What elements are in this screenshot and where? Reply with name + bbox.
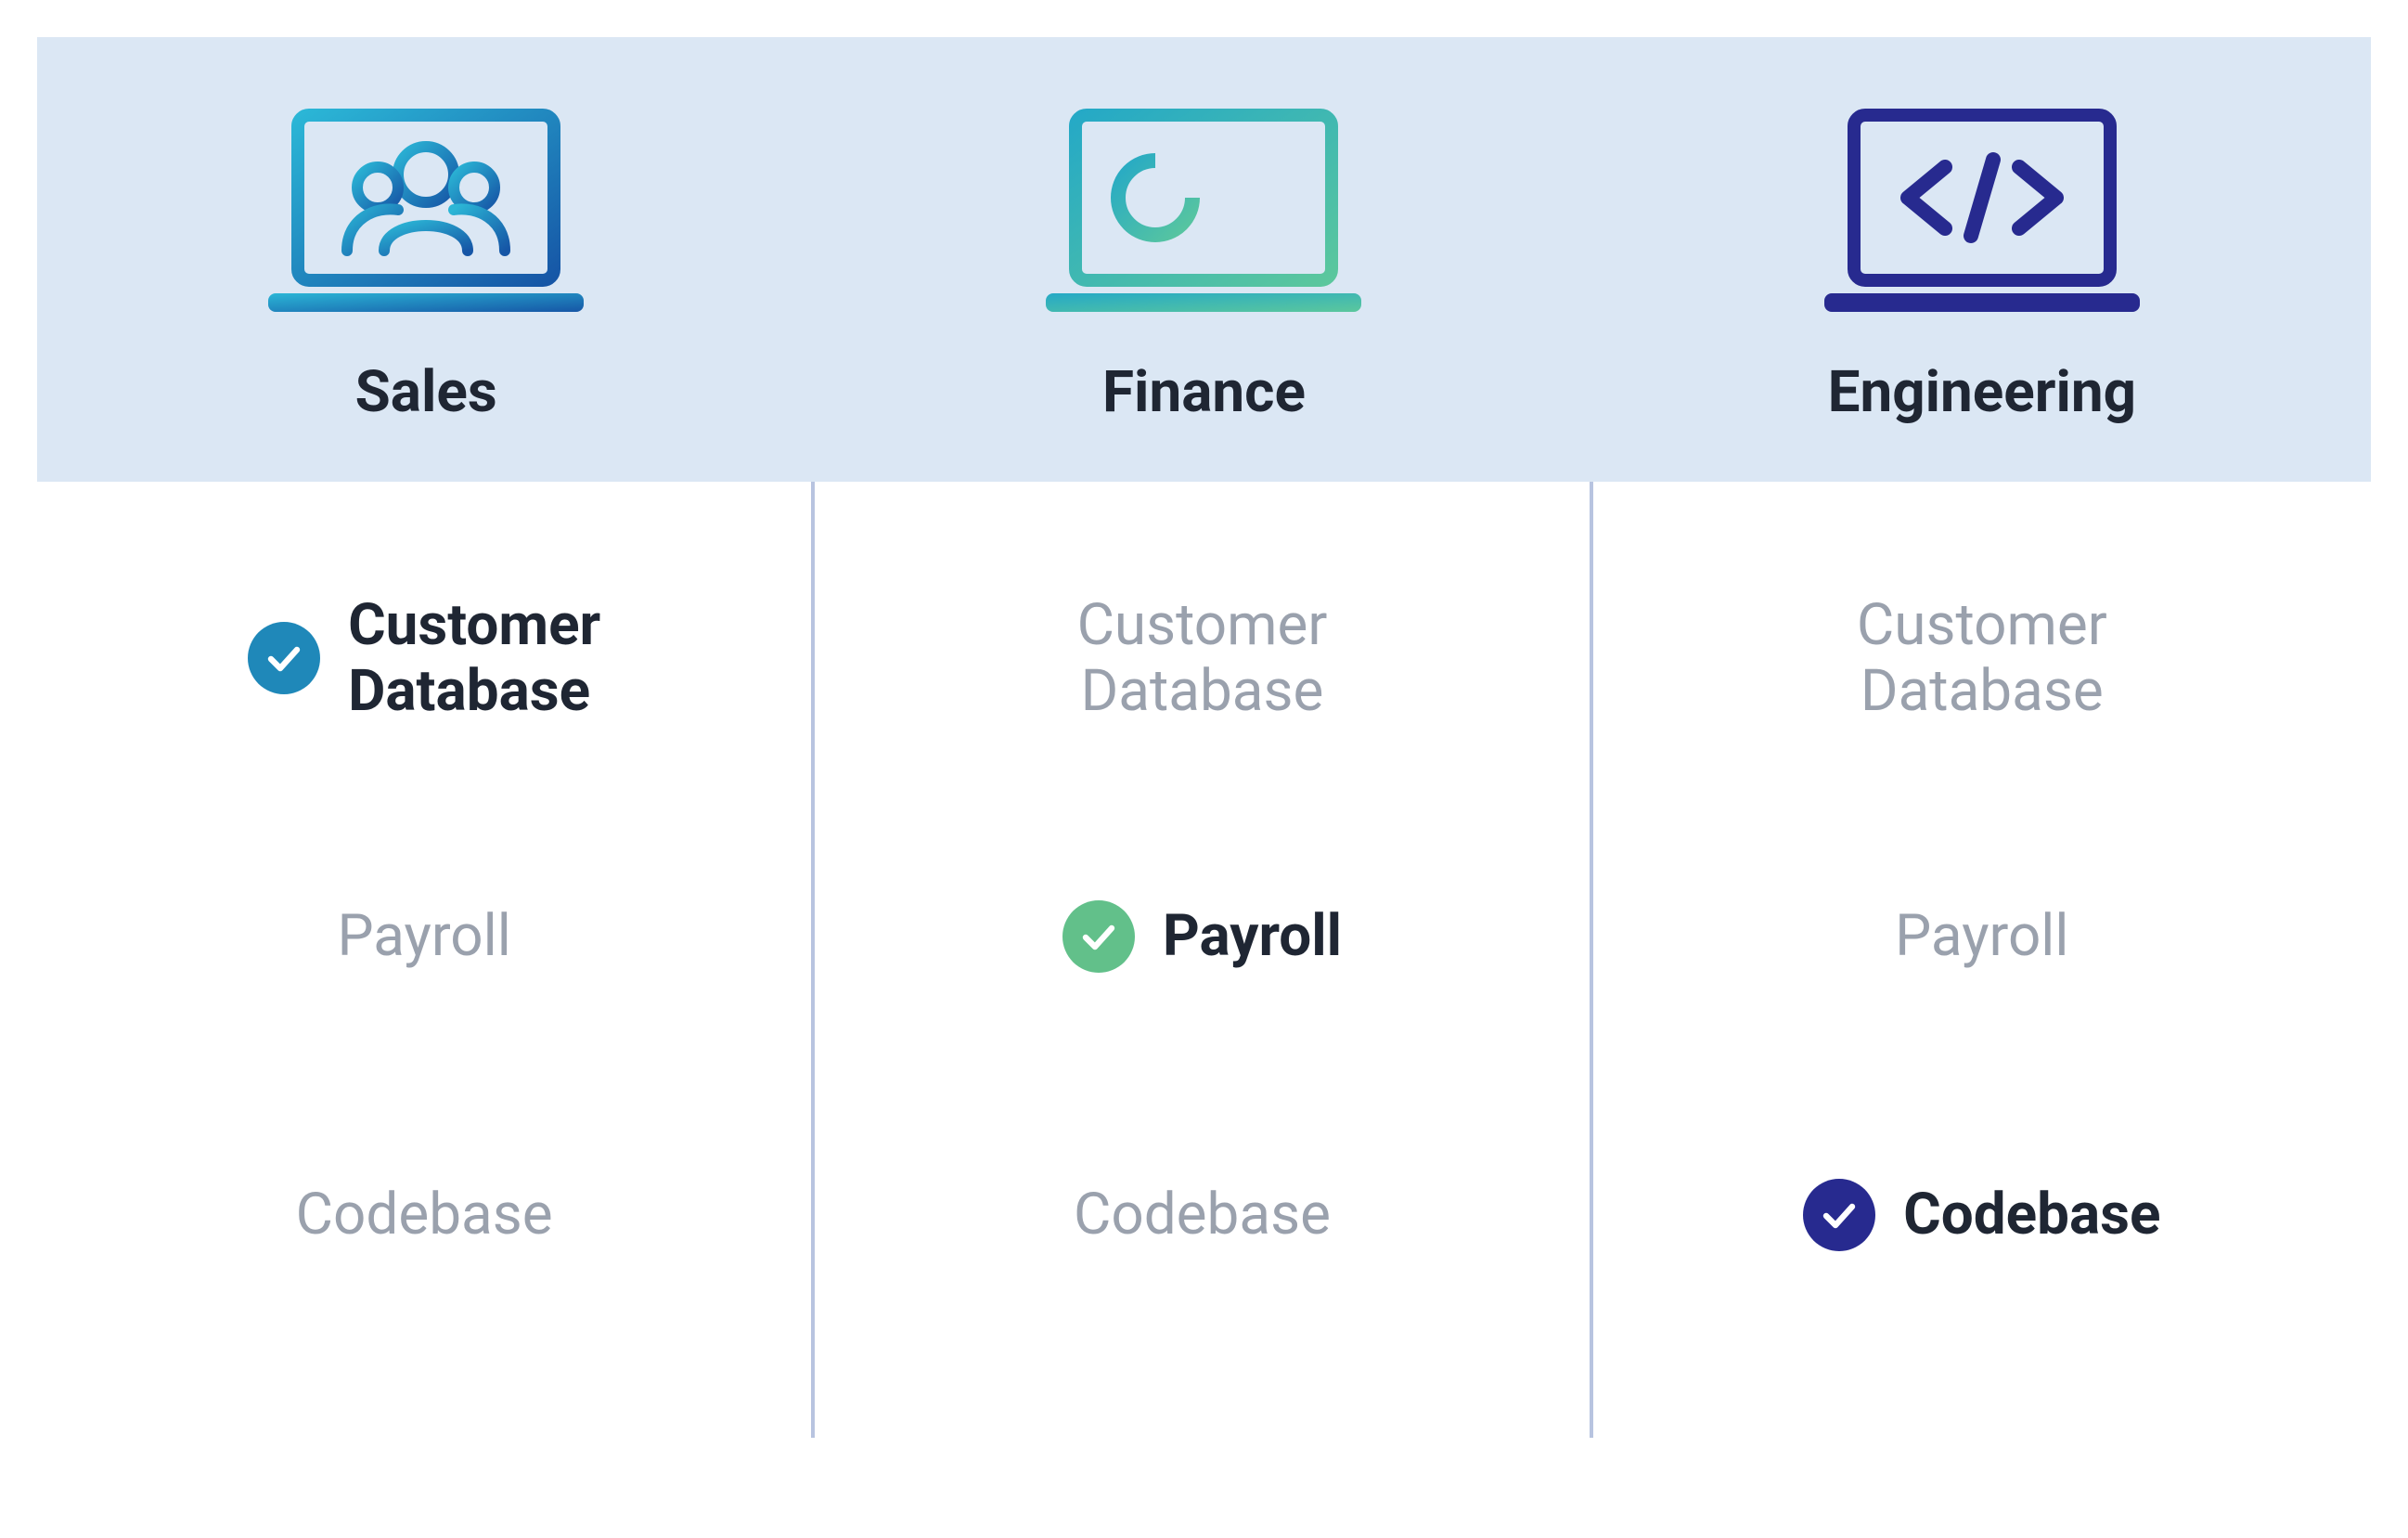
access-row: Codebase bbox=[852, 1076, 1552, 1354]
access-label: CustomerDatabase bbox=[1077, 592, 1328, 725]
column-finance: CustomerDatabase Payroll Codebase bbox=[815, 482, 1592, 1438]
access-label: Codebase bbox=[1903, 1182, 2160, 1247]
body-grid: CustomerDatabase Payroll Codebase Custom… bbox=[37, 482, 2371, 1438]
access-label-text: CustomerDatabase bbox=[1077, 591, 1328, 725]
header-title: Sales bbox=[355, 358, 497, 426]
access-label: Payroll bbox=[1895, 903, 2068, 969]
access-row: Payroll bbox=[1630, 797, 2334, 1076]
chart-laptop-icon bbox=[1037, 102, 1371, 319]
access-row: Codebase bbox=[1630, 1076, 2334, 1354]
column-sales: CustomerDatabase Payroll Codebase bbox=[37, 482, 815, 1438]
access-row: CustomerDatabase bbox=[852, 519, 1552, 797]
access-matrix-diagram: Sales bbox=[37, 37, 2371, 1438]
access-row: Payroll bbox=[852, 797, 1552, 1076]
access-label: Codebase bbox=[1074, 1182, 1331, 1247]
header-title: Engineering bbox=[1828, 358, 2136, 426]
access-row: Codebase bbox=[74, 1076, 774, 1354]
code-laptop-icon bbox=[1815, 102, 2149, 319]
check-icon bbox=[248, 622, 320, 694]
access-label-text: CustomerDatabase bbox=[1857, 591, 2107, 725]
column-engineering: CustomerDatabase Payroll Codebase bbox=[1593, 482, 2371, 1438]
access-label: Payroll bbox=[1163, 903, 1342, 969]
access-row: CustomerDatabase bbox=[1630, 519, 2334, 797]
header-cell-sales: Sales bbox=[37, 102, 815, 426]
access-label: Payroll bbox=[338, 903, 511, 969]
header-cell-finance: Finance bbox=[815, 102, 1592, 426]
access-row: CustomerDatabase bbox=[74, 519, 774, 797]
header-title: Finance bbox=[1102, 358, 1306, 426]
header-cell-engineering: Engineering bbox=[1593, 102, 2371, 426]
access-label-text: CustomerDatabase bbox=[348, 592, 600, 725]
people-laptop-icon bbox=[259, 102, 593, 319]
access-label: CustomerDatabase bbox=[1857, 592, 2107, 725]
check-icon bbox=[1803, 1179, 1875, 1251]
access-label: CustomerDatabase bbox=[348, 592, 600, 725]
access-row: Payroll bbox=[74, 797, 774, 1076]
access-label: Codebase bbox=[296, 1182, 553, 1247]
header-row: Sales bbox=[37, 37, 2371, 482]
check-icon bbox=[1062, 900, 1135, 973]
